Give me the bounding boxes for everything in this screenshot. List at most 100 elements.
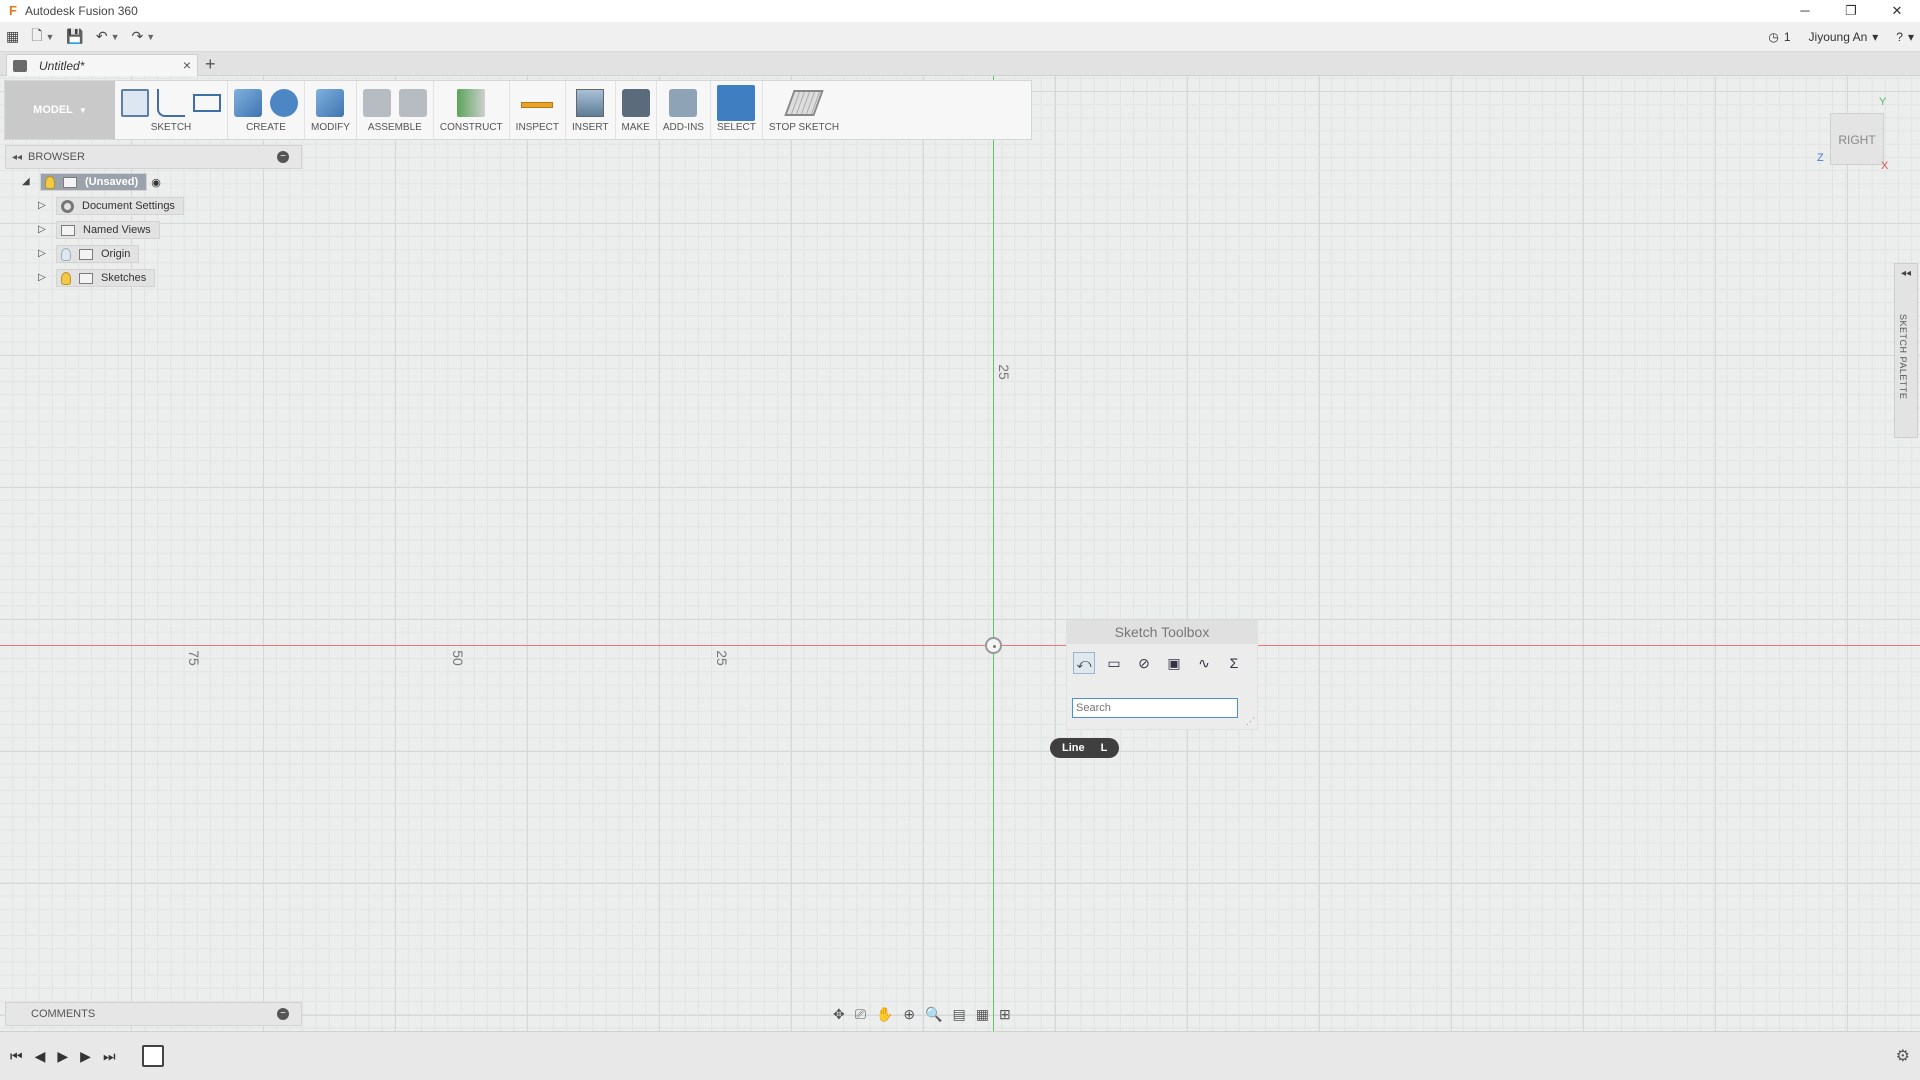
- help-menu-button[interactable]: ? ▾: [1896, 30, 1914, 44]
- expand-triangle-icon[interactable]: ▷: [38, 224, 50, 236]
- visibility-bulb-icon[interactable]: [61, 271, 71, 285]
- viewports-icon[interactable]: ⊞: [999, 1006, 1011, 1023]
- redo-button[interactable]: ↷ ▼: [126, 24, 162, 50]
- sculpt-icon[interactable]: [270, 89, 298, 117]
- measure-icon[interactable]: [521, 102, 554, 108]
- restore-button[interactable]: ❐: [1828, 0, 1874, 22]
- undo-button[interactable]: ↶ ▼: [90, 24, 126, 50]
- circle-tool-icon[interactable]: ⊘: [1133, 652, 1155, 674]
- tree-item-named-views[interactable]: ▷ Named Views: [38, 220, 160, 240]
- add-ins-group[interactable]: ADD-INS: [657, 81, 711, 139]
- sketch-palette-collapsed[interactable]: ◂◂ SKETCH PALETTE: [1894, 263, 1918, 438]
- select-group[interactable]: SELECT: [711, 81, 763, 139]
- visibility-bulb-icon[interactable]: [61, 247, 71, 261]
- press-pull-icon[interactable]: [316, 89, 345, 117]
- go-to-end-icon[interactable]: ⏭: [103, 1048, 116, 1065]
- gear-icon[interactable]: ⚙: [1896, 1046, 1910, 1066]
- collapse-panel-icon[interactable]: ◂◂: [12, 152, 22, 163]
- visibility-bulb-icon[interactable]: [45, 175, 55, 189]
- stop-sketch-icon[interactable]: [784, 90, 824, 116]
- joint-icon[interactable]: [398, 89, 427, 117]
- slot-tool-icon[interactable]: ▣: [1163, 652, 1185, 674]
- offset-plane-icon[interactable]: [457, 89, 486, 117]
- assemble-group[interactable]: ASSEMBLE: [357, 81, 434, 139]
- expand-triangle-icon[interactable]: ▷: [38, 200, 50, 212]
- sum-tool-icon[interactable]: Σ: [1223, 652, 1245, 674]
- make-group[interactable]: MAKE: [616, 81, 657, 139]
- tree-root-chip[interactable]: (Unsaved): [40, 173, 148, 191]
- tree-item-chip[interactable]: Named Views: [56, 221, 160, 239]
- close-tab-button[interactable]: ×: [183, 57, 191, 73]
- folder-icon: [61, 224, 75, 236]
- spline-tool-icon[interactable]: ∿: [1193, 652, 1215, 674]
- display-settings-icon[interactable]: ▤: [953, 1006, 966, 1023]
- active-radio-icon[interactable]: ◉: [151, 176, 161, 189]
- step-forward-icon[interactable]: ▶: [80, 1048, 91, 1065]
- insert-group[interactable]: INSERT: [566, 81, 616, 139]
- scripts-addins-icon[interactable]: [669, 89, 698, 117]
- timeline-sketch-icon[interactable]: [141, 1045, 164, 1067]
- comments-panel-header[interactable]: COMMENTS −: [5, 1002, 302, 1026]
- 3d-print-icon[interactable]: [621, 89, 650, 117]
- browser-panel-header[interactable]: ◂◂ BROWSER −: [5, 145, 302, 169]
- user-menu-button[interactable]: Jiyoung An ▾: [1809, 30, 1879, 44]
- extrude-icon[interactable]: [234, 89, 262, 117]
- rectangle-tool-icon[interactable]: ▭: [1103, 652, 1125, 674]
- file-icon: 🗋: [31, 26, 43, 43]
- look-at-icon[interactable]: ⎚: [855, 1006, 866, 1023]
- toolbox-search-input[interactable]: [1072, 698, 1238, 718]
- minimize-panel-icon[interactable]: −: [277, 151, 289, 163]
- document-tab[interactable]: Untitled* ×: [6, 54, 198, 76]
- step-back-icon[interactable]: ◀: [35, 1048, 46, 1065]
- inspect-group[interactable]: INSPECT: [510, 81, 567, 139]
- file-menu-button[interactable]: 🗋 ▼: [25, 24, 60, 50]
- zoom-icon[interactable]: ⊕: [903, 1006, 915, 1023]
- collapse-triangle-icon[interactable]: ◢: [22, 176, 34, 188]
- tree-item-document-settings[interactable]: ▷ Document Settings: [38, 196, 184, 216]
- select-icon[interactable]: [717, 85, 756, 121]
- stop-sketch-group[interactable]: STOP SKETCH: [763, 81, 845, 139]
- pan-hand-icon[interactable]: ✋: [876, 1006, 893, 1023]
- workspace-switcher[interactable]: MODEL ▼: [5, 81, 115, 139]
- fit-zoom-icon[interactable]: 🔍: [925, 1006, 942, 1023]
- expand-triangle-icon[interactable]: ▷: [38, 248, 50, 260]
- tree-root[interactable]: ◢ (Unsaved) ◉: [22, 172, 161, 192]
- view-cube[interactable]: RIGHT: [1830, 113, 1884, 165]
- toolbox-title[interactable]: Sketch Toolbox: [1067, 621, 1257, 644]
- tree-item-chip[interactable]: Origin: [56, 245, 140, 263]
- line-tool-icon[interactable]: ⤺: [1073, 652, 1095, 674]
- sketch-canvas[interactable]: [0, 76, 1920, 1031]
- group-label: ADD-INS: [662, 122, 704, 133]
- origin-point[interactable]: [985, 637, 1002, 654]
- clock-icon: ◷: [1768, 30, 1779, 44]
- minimize-panel-icon[interactable]: −: [277, 1008, 289, 1020]
- sketch-group[interactable]: SKETCH: [115, 81, 228, 139]
- modify-group[interactable]: MODIFY: [305, 81, 357, 139]
- view-cube-face[interactable]: RIGHT: [1838, 133, 1875, 147]
- grid-settings-icon[interactable]: ▦: [976, 1006, 989, 1023]
- tree-item-chip[interactable]: Document Settings: [56, 197, 184, 215]
- tree-item-label: Document Settings: [82, 200, 175, 212]
- rectangle-icon[interactable]: [193, 94, 221, 112]
- go-to-start-icon[interactable]: ⏮: [10, 1048, 23, 1065]
- new-tab-button[interactable]: +: [205, 54, 216, 74]
- tree-item-chip[interactable]: Sketches: [56, 269, 156, 287]
- construct-group[interactable]: CONSTRUCT: [434, 81, 510, 139]
- new-component-icon[interactable]: [362, 89, 391, 117]
- orbit-icon[interactable]: ✥: [833, 1006, 845, 1023]
- expand-palette-icon[interactable]: ◂◂: [1901, 268, 1911, 279]
- minimize-button[interactable]: ─: [1782, 0, 1828, 22]
- resize-grip-icon[interactable]: ⋰: [1246, 716, 1255, 727]
- tree-item-sketches[interactable]: ▷ Sketches: [38, 268, 156, 288]
- insert-image-icon[interactable]: [576, 89, 605, 117]
- line-icon[interactable]: [157, 89, 185, 117]
- data-panel-button[interactable]: ▦: [0, 24, 25, 50]
- create-group[interactable]: CREATE: [228, 81, 305, 139]
- save-button[interactable]: 💾: [60, 24, 89, 50]
- create-sketch-icon[interactable]: [121, 89, 149, 117]
- job-status-button[interactable]: ◷ 1: [1768, 30, 1790, 44]
- tree-item-origin[interactable]: ▷ Origin: [38, 244, 140, 264]
- play-icon[interactable]: ▶: [57, 1048, 68, 1065]
- expand-triangle-icon[interactable]: ▷: [38, 272, 50, 284]
- close-window-button[interactable]: ✕: [1874, 0, 1920, 22]
